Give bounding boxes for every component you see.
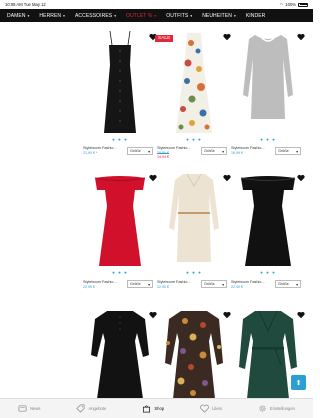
- color-dots[interactable]: ● ● ●: [157, 137, 231, 142]
- chevron-down-icon: ▾: [148, 282, 150, 287]
- size-select[interactable]: Größe ▾: [275, 280, 301, 288]
- product-image-cream-knit-dress[interactable]: [157, 170, 231, 276]
- nav-damen[interactable]: DAMEN ▾: [3, 13, 35, 19]
- heart-icon[interactable]: [297, 174, 305, 182]
- color-dots[interactable]: ● ● ●: [231, 270, 305, 275]
- size-select[interactable]: Größe ▾: [201, 280, 227, 288]
- battery-icon: [298, 2, 308, 7]
- status-time: 10:08 AM Tue May 12: [5, 2, 46, 7]
- heart-icon[interactable]: [149, 174, 157, 182]
- heart-icon: [200, 404, 209, 413]
- chevron-down-icon: ▾: [222, 282, 224, 287]
- tab-bar: News Angebote Shop Likes Einstellungen: [0, 398, 313, 418]
- color-dots[interactable]: ● ● ●: [83, 137, 157, 142]
- size-select[interactable]: Größe ▾: [127, 147, 153, 155]
- wifi-icon: ◠: [279, 2, 284, 7]
- product-image-grey-sweater-dress[interactable]: [231, 29, 305, 135]
- heart-icon[interactable]: [297, 311, 305, 319]
- product-price: 22,90 €: [231, 285, 243, 289]
- product-image-black-offshoulder-dress[interactable]: [231, 170, 305, 276]
- chevron-down-icon: ▾: [148, 149, 150, 154]
- product-price: 21,90 € *: [83, 151, 98, 155]
- nav-accessoires[interactable]: ACCESSOIRES ▾: [71, 13, 122, 19]
- product-price: 19,99 €: [231, 151, 243, 155]
- bag-icon: [143, 405, 151, 413]
- heart-icon[interactable]: [223, 311, 231, 319]
- scroll-up-button[interactable]: ⬆: [291, 375, 306, 390]
- product-price: 22,90 €: [157, 285, 169, 289]
- color-dots[interactable]: ● ● ●: [157, 270, 231, 275]
- sale-badge: SALE: [155, 35, 174, 42]
- chevron-down-icon: ▾: [296, 282, 298, 287]
- product-price: 29,99 €19,94 €: [157, 151, 169, 160]
- nav-outlet[interactable]: OUTLET % ▾: [122, 13, 162, 19]
- heart-icon[interactable]: [223, 174, 231, 182]
- heart-icon[interactable]: [149, 311, 157, 319]
- heart-icon[interactable]: [223, 33, 231, 41]
- color-dots[interactable]: ● ● ●: [231, 137, 305, 142]
- battery-percent: 100%: [285, 2, 296, 7]
- product-name: Styleboom Fashio...: [157, 146, 191, 150]
- product-name: Styleboom Fashio...: [83, 146, 117, 150]
- product-name: Styleboom Fashio...: [231, 280, 265, 284]
- product-image-floral-maxi-dress[interactable]: [157, 29, 231, 135]
- product-name: Styleboom Fashio...: [83, 280, 117, 284]
- size-select[interactable]: Größe ▾: [201, 147, 227, 155]
- nav-outfits[interactable]: OUTFITS ▾: [162, 13, 198, 19]
- nav-neuheiten[interactable]: NEUHEITEN ▾: [198, 13, 242, 19]
- tab-likes[interactable]: Likes: [200, 404, 222, 413]
- product-image-black-sundress[interactable]: [83, 29, 157, 135]
- product-image-red-offshoulder-dress[interactable]: [83, 170, 157, 276]
- color-dots[interactable]: ● ● ●: [83, 270, 157, 275]
- arrow-up-icon: ⬆: [295, 379, 302, 387]
- nav-herren[interactable]: HERREN ▾: [35, 13, 71, 19]
- chevron-down-icon: ▾: [296, 149, 298, 154]
- tab-news[interactable]: News: [18, 404, 40, 413]
- tab-angebote[interactable]: Angebote: [76, 404, 106, 413]
- product-name: Styleboom Fashio...: [157, 280, 191, 284]
- status-right: ◠ 100%: [280, 2, 308, 7]
- news-icon: [18, 405, 27, 412]
- size-select[interactable]: Größe ▾: [127, 280, 153, 288]
- nav-kinder[interactable]: KINDER: [242, 13, 272, 19]
- tab-shop[interactable]: Shop: [142, 404, 164, 413]
- product-name: Styleboom Fashio...: [231, 146, 265, 150]
- heart-icon[interactable]: [297, 33, 305, 41]
- status-bar: 10:08 AM Tue May 12 ◠ 100%: [0, 0, 313, 9]
- product-price: 22,90 €: [83, 285, 95, 289]
- tab-einstellungen[interactable]: Einstellungen: [258, 404, 295, 413]
- chevron-down-icon: ▾: [222, 149, 224, 154]
- category-nav: DAMEN ▾ HERREN ▾ ACCESSOIRES ▾ OUTLET % ▾ OU…: [0, 9, 313, 22]
- gear-icon: [259, 405, 266, 412]
- tag-icon: [76, 404, 85, 413]
- size-select[interactable]: Größe ▾: [275, 147, 301, 155]
